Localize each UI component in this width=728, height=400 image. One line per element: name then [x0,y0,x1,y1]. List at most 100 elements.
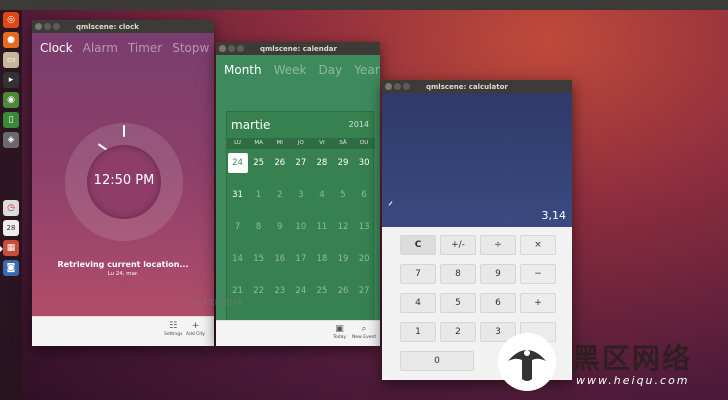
maximize-button[interactable] [53,23,60,30]
calendar-day[interactable]: 19 [332,248,353,270]
calendar-day[interactable]: 31 [227,184,248,206]
calendar-day[interactable]: 14 [227,248,248,270]
tab-week[interactable]: Week [274,63,307,89]
calendar-day[interactable]: 25 [248,152,269,174]
calendar-day[interactable]: 29 [332,152,353,174]
day-number: 22 [253,286,265,296]
terminal-icon[interactable]: ▸ [3,72,19,88]
tab-clock[interactable]: Clock [40,41,73,65]
digit-key-1[interactable]: 1 [400,322,436,342]
clock-icon[interactable]: ◷ [3,200,19,216]
settings-action[interactable]: ☷ Settings [164,321,182,337]
calendar-day[interactable]: 11 [311,216,332,238]
calendar-day[interactable]: 27 [354,280,375,302]
calendar-day[interactable]: 5 [332,184,353,206]
plus-key[interactable]: + [520,293,556,313]
ubuntu-icon[interactable]: ◎ [3,12,19,28]
calendar-day[interactable]: 7 [227,216,248,238]
day-number: 27 [295,158,307,168]
firefox-icon[interactable]: ● [3,32,19,48]
calendar-day[interactable]: 27 [290,152,311,174]
calendar-day[interactable]: 26 [332,280,353,302]
digit-key-7[interactable]: 7 [400,264,436,284]
sign-key[interactable]: +/- [440,235,476,255]
minimize-button[interactable] [394,83,401,90]
day-number: 25 [253,158,265,168]
calendar-icon[interactable]: 28 [3,220,19,236]
minimize-button[interactable] [44,23,51,30]
close-button[interactable] [35,23,42,30]
close-button[interactable] [219,45,226,52]
close-button[interactable] [385,83,392,90]
minimize-button[interactable] [228,45,235,52]
digit-key-4[interactable]: 4 [400,293,436,313]
calendar-titlebar: qmlscene: calendar [216,42,380,55]
calendar-day[interactable]: 4 [311,184,332,206]
calendar-day[interactable]: 17 [290,248,311,270]
calendar-day[interactable]: 2 [269,184,290,206]
day-number: 31 [232,190,243,200]
new-event-action[interactable]: ⌕ New Event [352,324,376,340]
today-action[interactable]: ▣ Today [333,324,346,340]
calendar-day[interactable]: 18 [311,248,332,270]
digit-key-2[interactable]: 2 [440,322,476,342]
calendar-week: 14 15 16 17 18 19 20 [227,248,375,270]
digit-key-6[interactable]: 6 [480,293,516,313]
calendar-day[interactable]: 22 [248,280,269,302]
tab-alarm[interactable]: Alarm [83,41,118,65]
calendar-day[interactable]: 3 [290,184,311,206]
calendar-day-today[interactable]: 24 [227,152,248,174]
tab-stopwatch[interactable]: Stopw [172,41,209,65]
digit-key-5[interactable]: 5 [440,293,476,313]
calendar-day[interactable]: 9 [269,216,290,238]
calendar-day[interactable]: 1 [248,184,269,206]
calendar-day[interactable]: 6 [354,184,375,206]
calendar-day[interactable]: 24 [290,280,311,302]
multiply-key[interactable]: × [520,235,556,255]
calendar-day[interactable]: 28 [311,152,332,174]
digit-key-8[interactable]: 8 [440,264,476,284]
phone-icon[interactable]: ▯ [3,112,19,128]
settings-icon[interactable]: ▦ [0,240,19,256]
top-panel [0,0,728,10]
calendar-day[interactable]: 26 [269,152,290,174]
day-number: 3 [298,190,304,200]
calendar-tabs: Month Week Day Year [216,55,380,89]
tab-day[interactable]: Day [319,63,343,89]
eye-icon[interactable]: ◉ [3,92,19,108]
divide-key[interactable]: ÷ [480,235,516,255]
clear-key[interactable]: C [400,235,436,255]
digit-key-0[interactable]: 0 [400,351,474,371]
calendar-bottom-bar: ▣ Today ⌕ New Event [216,320,380,346]
tab-year[interactable]: Year [354,63,379,89]
tab-month[interactable]: Month [224,63,262,89]
date-label: Lu 24, mar. [107,271,139,277]
calendar-day[interactable]: 23 [269,280,290,302]
dash-icon[interactable]: ◙ [3,260,19,276]
calendar-day[interactable]: 12 [332,216,353,238]
calendar-day[interactable]: 8 [248,216,269,238]
hour-marker [123,125,125,137]
new-event-label: New Event [352,335,377,340]
calendar-badge: 28 [6,224,16,232]
calendar-day[interactable]: 16 [269,248,290,270]
calendar-day[interactable]: 20 [354,248,375,270]
weekday-label: VI [319,140,325,146]
calendar-day[interactable]: 15 [248,248,269,270]
maximize-button[interactable] [403,83,410,90]
add-city-action[interactable]: + Add City [186,321,205,337]
calendar-day[interactable]: 30 [354,152,375,174]
weekday-label: SÂ [339,140,347,146]
day-number: 20 [358,254,370,264]
photos-icon[interactable]: ◈ [3,132,19,148]
digit-key-9[interactable]: 9 [480,264,516,284]
maximize-button[interactable] [237,45,244,52]
calendar-day[interactable]: 25 [311,280,332,302]
minus-key[interactable]: − [520,264,556,284]
calendar-day[interactable]: 10 [290,216,311,238]
tab-timer[interactable]: Timer [128,41,162,65]
calculator-result: 3,14 [541,209,567,222]
files-icon[interactable]: ▭ [3,52,19,68]
calendar-day[interactable]: 13 [354,216,375,238]
day-number: 23 [274,286,286,296]
